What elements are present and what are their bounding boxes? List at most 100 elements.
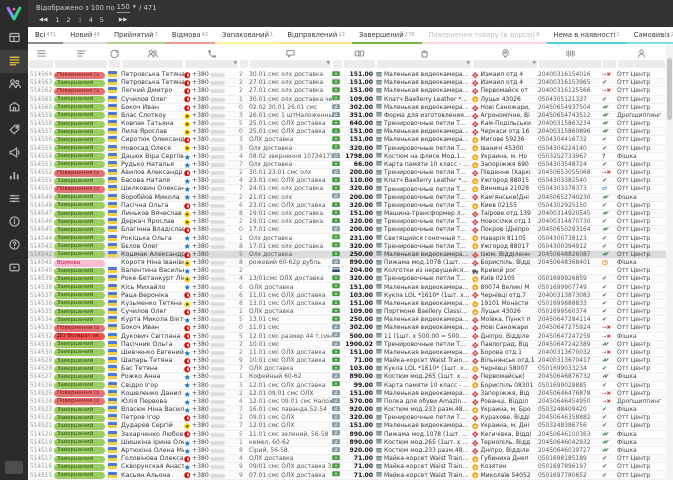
column-filter-input[interactable]: ▼ <box>250 60 331 68</box>
table-row[interactable]: 514539 Завершений Роке-Бетанкурт Лін +38… <box>28 275 666 284</box>
status-tab[interactable]: Відмова42 <box>164 27 216 44</box>
table-row[interactable]: 514545 Завершений Благінна Владіслава +3… <box>28 226 666 235</box>
page-size-caret-icon[interactable]: ▼ <box>133 5 136 10</box>
page-number[interactable]: 1 <box>55 16 59 24</box>
table-row[interactable]: 514542 Завершений Кошмак Александр +380 … <box>28 250 666 259</box>
sidebar-item[interactable] <box>0 27 28 50</box>
table-row[interactable]: 514547 Завершений Линьков Вячеслав +380 … <box>28 209 666 219</box>
app-logo[interactable] <box>0 0 28 27</box>
table-row[interactable]: 514523 Завершений Власюк Ніна Василі +38… <box>28 406 666 415</box>
table-row[interactable]: 514544 Завершений Рокіцька Ольга +380 1 … <box>28 234 666 243</box>
table-row[interactable]: 514554 Завершений Дацюк Віра Сергіївна +… <box>28 152 666 161</box>
table-row[interactable]: 514548 Завершений Пасічна Ольга +380 6 2… <box>28 201 666 210</box>
sidebar-item[interactable] <box>0 188 28 211</box>
table-row[interactable]: 514531 Завершений Пасічник Ольга +380 2 … <box>28 340 666 349</box>
table-row[interactable]: 514522 Завершений Петров Ігор +380 2 09.… <box>28 414 666 423</box>
scrollbar-thumb[interactable] <box>667 58 672 120</box>
column-filter-input[interactable] <box>109 60 120 68</box>
table-row[interactable]: 514515 Завершений Касьян Альона +380 9 0… <box>28 471 666 480</box>
column-filter-input[interactable]: ▼ <box>473 60 537 68</box>
table-row[interactable]: 514519 Завершений Шишкіна Ірина Олек +38… <box>28 438 666 447</box>
status-tab[interactable]: Прийнятий7 <box>106 27 165 44</box>
table-row[interactable]: 514560 Завершений Бокоч Иван +380 0 02.0… <box>28 103 666 112</box>
column-filter-input[interactable] <box>29 60 53 68</box>
page-number[interactable]: 5 <box>100 16 104 24</box>
table-row[interactable]: 514533 Повернення (з Бокоч Иван +380 0 1… <box>28 324 666 333</box>
table-row[interactable]: 514537 Завершений Раца Вероніка +380 6 1… <box>28 291 666 300</box>
table-row[interactable]: 514563 Завершений Петровська Тетяна +380… <box>28 79 666 88</box>
table-row[interactable]: 514546 Завершений Деркач Ярослав +380 2 … <box>28 218 666 227</box>
sidebar-item[interactable] <box>0 142 28 165</box>
table-row[interactable]: 514521 Завершений Дударев Сергій +380 7 … <box>28 422 666 431</box>
table-row[interactable]: 514550 Повернення (з Шелковин Олексан +3… <box>28 185 666 194</box>
table-row[interactable]: 514529 Завершений Шапарь Тетяна +380 9 1… <box>28 357 666 366</box>
status-tab[interactable]: Запакований1 <box>215 27 281 44</box>
column-filter-input[interactable]: ▼ <box>185 60 238 68</box>
table-row[interactable]: 514536 Завершений Кузьменко Тетяна +380 … <box>28 299 666 308</box>
sidebar-item[interactable] <box>0 165 28 188</box>
sidebar-item[interactable] <box>0 257 28 280</box>
table-row[interactable]: 514553 Завершений Рудько Наталья +380 7 … <box>28 160 666 170</box>
table-row[interactable]: 514549 Завершений Воробйов Микола +380 2… <box>28 193 666 202</box>
table-row[interactable]: 514516 Завершений Скворунская Анаст +380… <box>28 463 666 472</box>
sidebar-collapse-button[interactable] <box>5 461 23 474</box>
page-number[interactable]: 3 <box>78 16 82 24</box>
table-row[interactable]: 514559 Завершений Влас Слоткоу +380 3 26… <box>28 111 666 121</box>
table-row[interactable]: 514532 ДО Возврат ок Дукович Світлана +3… <box>28 332 666 341</box>
sidebar-item[interactable] <box>0 211 28 234</box>
column-filter-input[interactable] <box>122 60 183 68</box>
sidebar-item[interactable] <box>0 96 28 119</box>
page-number[interactable]: 4 <box>89 16 93 24</box>
table-row[interactable]: 514558 Завершений Ковпак Татьяна +380 5 … <box>28 120 666 129</box>
page-size-value[interactable]: 150 <box>116 3 130 13</box>
column-filter-input[interactable] <box>603 60 616 68</box>
column-filter-input[interactable] <box>618 60 665 68</box>
status-tab[interactable]: Нема в наявності1 <box>546 27 627 44</box>
table-row[interactable]: 514517 Завершений Головінова Олексан +38… <box>28 455 666 464</box>
table-row[interactable]: 514534 Завершений Курта Микола Вікто +38… <box>28 316 666 325</box>
table-row[interactable]: 514520 Завершений Захарченко Любовь +380… <box>28 430 666 439</box>
column-filter-input[interactable] <box>333 60 342 68</box>
status-tab[interactable]: Всі471 <box>28 27 64 44</box>
table-row[interactable]: 514556 Завершений Сиротюк Олександр +380… <box>28 136 666 145</box>
filter-dropdown-icon[interactable]: ▼ <box>327 61 330 67</box>
table-row[interactable]: 514564 Повернення (з Петровська Тетяна +… <box>28 71 666 80</box>
table-row[interactable]: 514552 Повернення (з Авилов Александр +3… <box>28 169 666 178</box>
column-filter-input[interactable] <box>539 60 601 68</box>
table-row[interactable]: 514557 Завершений Лила Ярослав +380 0 25… <box>28 128 666 137</box>
column-filter-input[interactable] <box>344 60 375 68</box>
status-tab[interactable]: Новий48 <box>63 27 107 44</box>
filter-dropdown-icon[interactable]: ▼ <box>467 61 470 67</box>
table-row[interactable]: 514535 Завершений Сучилов Олег +380 1 ОЛ… <box>28 307 666 317</box>
table-row[interactable]: 514518 Завершений Артюхіна Олена Ми +380… <box>28 446 666 456</box>
table-row[interactable]: 514524 Повернення (з Юлія Первова +380 4… <box>28 397 666 407</box>
table-row[interactable]: 514526 Завершений Свідро Ігор +380 3 12.… <box>28 381 666 390</box>
table-row[interactable]: 514555 Завершений Новосад Олеся +380 3 О… <box>28 144 666 153</box>
sidebar-item[interactable] <box>0 73 28 96</box>
sidebar-item[interactable] <box>0 119 28 142</box>
status-tab[interactable]: Самовивіз2 <box>626 27 673 44</box>
page-number[interactable]: 2 <box>67 16 71 24</box>
table-row[interactable]: 514527 Завершений Рожко Анна +380 1 Кофе… <box>28 373 666 382</box>
table-row[interactable]: 514528 Завершений Бас Тетяна +380 7 ОЛХ … <box>28 365 666 374</box>
table-row[interactable]: 514530 Завершений Шевченко Евгений +380 … <box>28 348 666 358</box>
table-row[interactable]: 514562 Повернення (з Легкий Дмитро +380 … <box>28 87 666 96</box>
table-row[interactable]: 514541 Відмова Коротя Ніна Іванівна +380… <box>28 258 666 268</box>
status-tab[interactable]: Відправлений12 <box>280 27 352 44</box>
filter-dropdown-icon[interactable]: ▼ <box>234 61 237 67</box>
column-filter-input[interactable]: ▼ <box>377 60 471 68</box>
last-page-button[interactable]: ▶▶ <box>119 17 127 23</box>
column-filter-input[interactable] <box>55 60 107 68</box>
status-tab[interactable]: Завершений278 <box>351 27 422 44</box>
table-row[interactable]: 514561 Завершений Сучилов Олег +380 1 30… <box>28 95 666 104</box>
table-row[interactable]: 514540 Завершений Валентина Васильє +380… <box>28 267 666 276</box>
sidebar-item[interactable] <box>0 50 28 73</box>
sidebar-item[interactable] <box>0 234 28 257</box>
filter-dropdown-icon[interactable]: ▼ <box>533 61 536 67</box>
table-row[interactable]: 514543 Завершений Бєлов Олег +380 8 17.0… <box>28 242 666 251</box>
table-row[interactable]: 514525 Повернення (з Кошеленко Данил +38… <box>28 389 666 398</box>
status-tab[interactable]: Повернення товару (в дорозі)0 <box>421 27 547 44</box>
table-row[interactable]: 514538 Завершений Кісь Михайло +380 6 ОЛ… <box>28 283 666 292</box>
column-filter-input[interactable] <box>240 60 248 68</box>
table-row[interactable]: 514551 Завершений Басова Наталя +380 4 2… <box>28 177 666 186</box>
